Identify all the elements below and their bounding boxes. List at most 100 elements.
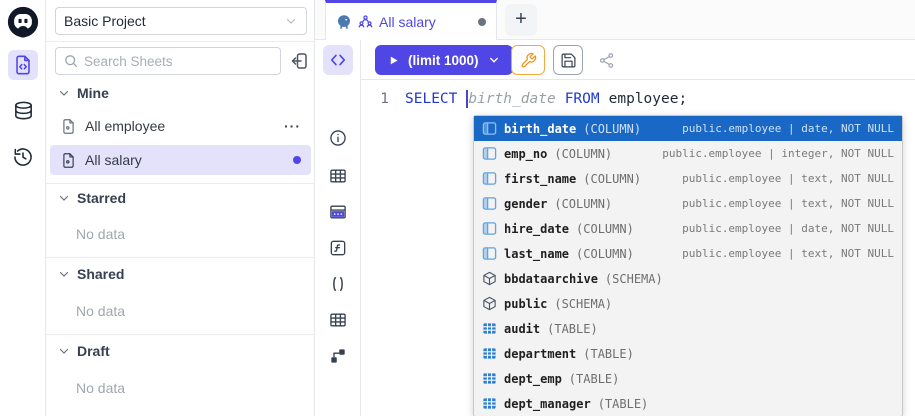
chevron-down-icon: [58, 345, 70, 357]
section-mine[interactable]: Mine: [58, 85, 109, 101]
sql-editor-app: Basic Project Mine All employee ··· All …: [0, 0, 915, 416]
section-label: Draft: [77, 343, 110, 359]
sheet-name: All employee: [85, 118, 276, 134]
table-icon: [328, 166, 348, 186]
divider: [46, 183, 315, 184]
bytebase-logo-icon[interactable]: [7, 6, 39, 38]
project-select-value: Basic Project: [64, 13, 284, 29]
suggest-row[interactable]: gender(COLUMN)public.employee | text, NO…: [474, 191, 902, 216]
sheet-search: [55, 47, 281, 75]
new-tab-button[interactable]: +: [505, 4, 537, 36]
functions-button[interactable]: [323, 233, 353, 263]
suggest-kind: (SCHEMA): [554, 297, 612, 311]
function-icon: [328, 238, 348, 258]
column-icon: [482, 246, 497, 261]
suggest-kind: (TABLE): [547, 322, 598, 336]
suggest-row[interactable]: dept_emp (TABLE): [474, 366, 902, 391]
no-data-text: No data: [76, 380, 125, 396]
section-starred[interactable]: Starred: [58, 190, 126, 206]
file-code-icon: [12, 54, 34, 76]
active-sheet-dot: [293, 156, 301, 164]
section-label: Starred: [77, 190, 126, 206]
chevron-down-icon: [284, 14, 298, 28]
suggest-row[interactable]: public(SCHEMA): [474, 291, 902, 316]
suggest-row[interactable]: birth_date(COLUMN)public.employee | date…: [474, 116, 902, 141]
suggest-row[interactable]: first_name(COLUMN)public.employee | text…: [474, 166, 902, 191]
suggest-kind: (COLUMN): [576, 222, 634, 236]
tables-button[interactable]: [323, 161, 353, 191]
section-draft[interactable]: Draft: [58, 343, 110, 359]
run-button-label: (limit 1000): [408, 53, 479, 68]
suggest-kind: (TABLE): [569, 372, 620, 386]
schema-diagram-button[interactable]: [323, 341, 353, 371]
sheet-item-all-employee[interactable]: All employee ···: [50, 111, 311, 141]
table-data-button[interactable]: [323, 197, 353, 227]
play-icon: [387, 54, 400, 67]
info-button[interactable]: [323, 123, 353, 153]
schema-icon: [482, 271, 497, 286]
brackets-button[interactable]: [323, 269, 353, 299]
database-nav-button[interactable]: [8, 96, 38, 126]
import-sheet-button[interactable]: [289, 51, 309, 71]
no-data-text: No data: [76, 226, 125, 242]
suggest-row[interactable]: dept_manager(TABLE): [474, 391, 902, 416]
import-icon: [289, 51, 309, 71]
suggest-detail: public.employee | text, NOT NULL: [682, 197, 894, 210]
format-button[interactable]: [511, 45, 545, 75]
sql-keyword-select: SELECT: [405, 89, 457, 109]
suggest-row[interactable]: emp_no(COLUMN)public.employee | integer,…: [474, 141, 902, 166]
search-input[interactable]: [55, 47, 281, 75]
line-number: 1: [361, 89, 405, 109]
sql-code-editor[interactable]: 1 SELECT birth_date FROM employee; birth_da…: [361, 80, 915, 416]
team-icon: [358, 14, 373, 29]
worksheet-nav-button[interactable]: [8, 50, 38, 80]
suggest-row[interactable]: audit(TABLE): [474, 316, 902, 341]
code-icon: [328, 50, 348, 70]
project-select[interactable]: Basic Project: [55, 7, 307, 35]
search-icon: [63, 53, 79, 69]
wrench-icon: [520, 52, 537, 69]
sql-keyword-from: FROM: [565, 89, 600, 109]
share-icon: [598, 52, 615, 69]
suggest-name: dept_emp: [504, 372, 562, 386]
table-icon: [482, 371, 497, 386]
code-view-button[interactable]: [323, 45, 353, 75]
schema-icon: [482, 296, 497, 311]
chevron-down-icon: [58, 268, 70, 280]
suggest-row[interactable]: department(TABLE): [474, 341, 902, 366]
ghost-suggestion-text: birth_date: [468, 89, 555, 109]
suggest-detail: public.employee | date, NOT NULL: [682, 122, 894, 135]
suggest-row[interactable]: last_name(COLUMN)public.employee | text,…: [474, 241, 902, 266]
save-button[interactable]: [553, 45, 583, 75]
section-shared[interactable]: Shared: [58, 266, 124, 282]
share-button[interactable]: [591, 45, 621, 75]
table-data-icon: [328, 202, 348, 222]
suggest-kind: (COLUMN): [583, 172, 641, 186]
history-icon: [12, 146, 34, 168]
table-icon: [482, 396, 497, 411]
suggest-name: hire_date: [504, 222, 569, 236]
brackets-icon: [328, 274, 348, 294]
section-label: Shared: [77, 266, 124, 282]
code-line-1: 1 SELECT birth_date FROM employee;: [361, 89, 687, 109]
suggest-name: bbdataarchive: [504, 272, 598, 286]
more-icon[interactable]: ···: [284, 118, 301, 134]
suggest-kind: (COLUMN): [554, 147, 612, 161]
tab-all-salary[interactable]: All salary: [325, 0, 497, 40]
sql-text: employee;: [609, 89, 688, 109]
suggest-name: gender: [504, 197, 547, 211]
suggest-detail: public.employee | text, NOT NULL: [682, 247, 894, 260]
suggest-row[interactable]: hire_date(COLUMN)public.employee | date,…: [474, 216, 902, 241]
section-label: Mine: [77, 85, 109, 101]
er-diagram-icon: [328, 346, 348, 366]
suggest-name: last_name: [504, 247, 569, 261]
suggest-row[interactable]: bbdataarchive(SCHEMA): [474, 266, 902, 291]
file-code-icon: [60, 152, 77, 169]
sheet-item-all-salary[interactable]: All salary: [50, 145, 311, 175]
run-button[interactable]: (limit 1000): [375, 45, 513, 75]
file-code-icon: [60, 118, 77, 135]
table-list-button[interactable]: [323, 305, 353, 335]
suggest-name: first_name: [504, 172, 576, 186]
suggest-detail: public.employee | integer, NOT NULL: [662, 147, 894, 160]
history-nav-button[interactable]: [8, 142, 38, 172]
